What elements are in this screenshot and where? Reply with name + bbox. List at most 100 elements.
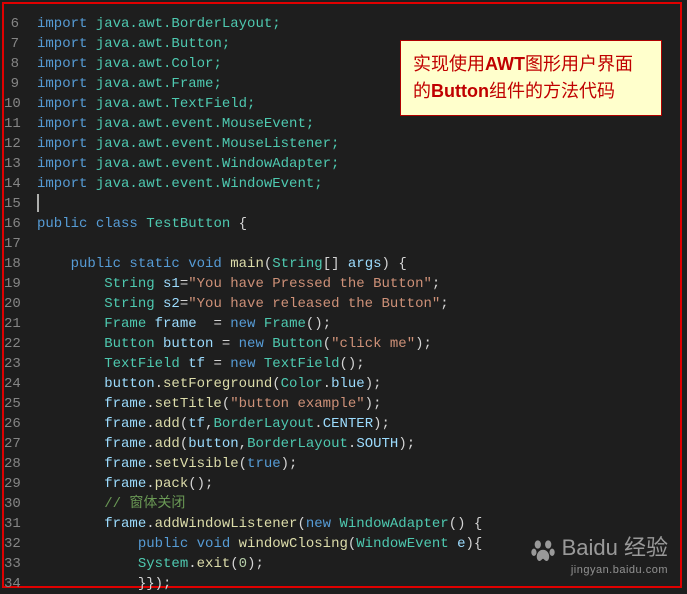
literal: true [247, 456, 281, 472]
line-number: 23 [4, 354, 19, 374]
watermark-brand: Baidu 经验 [562, 535, 668, 560]
punct: [] [323, 256, 348, 272]
punct: ){ [466, 536, 483, 552]
punct: ; [440, 296, 448, 312]
line-number: 29 [4, 474, 19, 494]
keyword: import [37, 176, 87, 192]
punct: ); [365, 396, 382, 412]
keyword: import [37, 156, 87, 172]
keyword: new [230, 316, 255, 332]
var: button [188, 436, 238, 452]
keyword: import [37, 56, 87, 72]
method: exit [197, 556, 231, 572]
dot: . [188, 556, 196, 572]
keyword: class [87, 216, 137, 232]
type: BorderLayout [247, 436, 348, 452]
string: "You have released the Button" [188, 296, 440, 312]
op: = [205, 356, 230, 372]
type: TextField [255, 356, 339, 372]
punct: { [230, 216, 247, 232]
dot: . [146, 476, 154, 492]
line-number: 10 [4, 94, 19, 114]
type: Frame [37, 316, 146, 332]
keyword: import [37, 96, 87, 112]
dot: . [146, 396, 154, 412]
type: TextField [37, 356, 180, 372]
punct: ( [297, 516, 305, 532]
method: setVisible [155, 456, 239, 472]
var: s2 [155, 296, 180, 312]
var: button [37, 376, 155, 392]
field: blue [331, 376, 365, 392]
param: args [348, 256, 382, 272]
punct: (); [188, 476, 213, 492]
line-number: 14 [4, 174, 19, 194]
type: System [37, 556, 188, 572]
annotation-callout: 实现使用AWT图形用户界面的Button组件的方法代码 [400, 40, 662, 116]
package: java.awt.Button; [87, 36, 230, 52]
string: "button example" [230, 396, 364, 412]
line-number: 28 [4, 454, 19, 474]
package: java.awt.TextField; [87, 96, 255, 112]
type: Button [37, 336, 155, 352]
punct: ); [281, 456, 298, 472]
op: = [197, 316, 231, 332]
string: "click me" [331, 336, 415, 352]
package: java.awt.event.WindowAdapter; [87, 156, 339, 172]
var: frame [37, 416, 146, 432]
var: frame [37, 516, 146, 532]
keyword: void [180, 256, 222, 272]
line-number: 12 [4, 134, 19, 154]
var: tf [180, 356, 205, 372]
line-number: 25 [4, 394, 19, 414]
punct: ( [239, 456, 247, 472]
method: windowClosing [230, 536, 348, 552]
line-number: 8 [4, 54, 19, 74]
punct: (); [340, 356, 365, 372]
line-number: 32 [4, 534, 19, 554]
line-number-gutter: 6789101112131415161718192021222324252627… [4, 4, 37, 586]
line-number: 11 [4, 114, 19, 134]
punct: ); [415, 336, 432, 352]
dot: . [146, 416, 154, 432]
comment: // 窗体关闭 [37, 496, 185, 512]
watermark: Baidu 经验 jingyan.baidu.com [530, 530, 668, 576]
callout-text: 组件的方法代码 [489, 81, 615, 101]
keyword: new [306, 516, 331, 532]
method: add [155, 436, 180, 452]
punct: ; [432, 276, 440, 292]
punct: () { [449, 516, 483, 532]
callout-bold: AWT [485, 54, 525, 74]
type: WindowEvent [356, 536, 448, 552]
var: frame [37, 476, 146, 492]
line-number: 27 [4, 434, 19, 454]
watermark-url: jingyan.baidu.com [530, 564, 668, 576]
package: java.awt.Frame; [87, 76, 221, 92]
var: frame [146, 316, 196, 332]
method: main [222, 256, 264, 272]
callout-bold: Button [431, 81, 489, 101]
keyword: void [188, 536, 230, 552]
line-number: 19 [4, 274, 19, 294]
method: setTitle [155, 396, 222, 412]
keyword: import [37, 76, 87, 92]
method: setForeground [163, 376, 272, 392]
method: add [155, 416, 180, 432]
param: e [449, 536, 466, 552]
line-number: 22 [4, 334, 19, 354]
string: "You have Pressed the Button" [188, 276, 432, 292]
package: java.awt.Color; [87, 56, 221, 72]
punct: ); [365, 376, 382, 392]
package: java.awt.event.MouseListener; [87, 136, 339, 152]
type: Frame [255, 316, 305, 332]
dot: . [314, 416, 322, 432]
punct: }}); [37, 576, 171, 592]
dot: . [146, 456, 154, 472]
number: 0 [239, 556, 247, 572]
line-number: 13 [4, 154, 19, 174]
type: String [272, 256, 322, 272]
paw-icon [530, 538, 556, 564]
line-number: 9 [4, 74, 19, 94]
package: java.awt.BorderLayout; [87, 16, 280, 32]
op: = [180, 276, 188, 292]
